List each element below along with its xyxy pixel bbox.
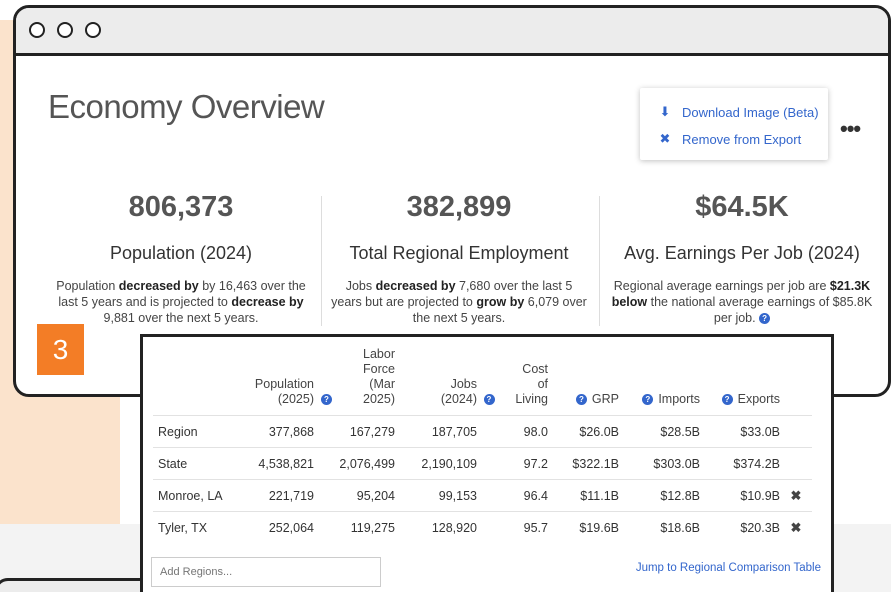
column-header-jobs: Jobs (2024) (440, 377, 477, 406)
stat-population: 806,373 Population (2024) Population dec… (52, 191, 310, 326)
help-icon[interactable]: ? (483, 394, 495, 406)
cell-population: 4,538,821 (241, 447, 314, 480)
cell-jobs: 2,190,109 (395, 447, 477, 480)
add-regions-input[interactable] (151, 557, 381, 587)
cell-imports: $18.6B (619, 511, 700, 544)
cell-labor-force: 2,076,499 (339, 447, 395, 480)
column-header-population: Population (2025) (254, 377, 314, 406)
help-icon[interactable]: ? (575, 394, 587, 406)
cell-labor-force: 95,204 (339, 479, 395, 512)
cell-population: 252,064 (241, 511, 314, 544)
cell-region-name: Region (153, 415, 241, 448)
more-options-icon[interactable]: ••• (840, 116, 861, 142)
cell-region-name: State (153, 447, 241, 480)
remove-region-icon[interactable]: ✖ (791, 520, 802, 535)
cell-imports: $303.0B (619, 447, 700, 480)
help-icon[interactable]: ? (721, 394, 733, 406)
help-icon[interactable]: ? (642, 394, 654, 406)
cell-labor-force: 167,279 (339, 415, 395, 448)
download-image-menu-item[interactable]: ⬇ Download Image (Beta) (658, 104, 819, 120)
column-header-imports: ? Imports (619, 347, 700, 416)
cell-cost-of-living: 97.2 (501, 447, 548, 480)
stat-value: 382,899 (406, 191, 512, 223)
cell-grp: $26.0B (548, 415, 619, 448)
column-header-labor-force: Labor Force (Mar 2025) (363, 347, 395, 406)
cell-region-name: Monroe, LA (153, 479, 241, 512)
remove-region-icon[interactable]: ✖ (791, 488, 802, 503)
stat-description: Jobs decreased by 7,680 over the last 5 … (331, 279, 587, 325)
cell-grp: $11.1B (548, 479, 619, 512)
table-row: Monroe, LA 221,719 95,204 99,153 96.4 $1… (153, 479, 812, 512)
stat-earnings: $64.5K Avg. Earnings Per Job (2024) Regi… (608, 191, 876, 326)
column-header-blank (153, 347, 241, 416)
cell-jobs: 99,153 (395, 479, 477, 512)
window-control-dot[interactable] (57, 22, 73, 38)
column-header-exports: ? Exports (700, 347, 780, 416)
cell-exports: $20.3B (700, 511, 780, 544)
column-header-cost-of-living: Cost of Living (515, 362, 548, 406)
cell-cost-of-living: 98.0 (501, 415, 548, 448)
stat-divider (321, 196, 322, 326)
download-icon: ⬇ (659, 104, 671, 119)
stat-description: Population decreased by by 16,463 over t… (56, 279, 306, 325)
cell-cost-of-living: 96.4 (501, 479, 548, 512)
cell-population: 221,719 (241, 479, 314, 512)
cell-exports: $10.9B (700, 479, 780, 512)
table-row: Region 377,868 167,279 187,705 98.0 $26.… (153, 415, 812, 448)
export-menu: ⬇ Download Image (Beta) ✖ Remove from Ex… (640, 88, 828, 160)
stat-employment: 382,899 Total Regional Employment Jobs d… (331, 191, 587, 326)
menu-item-label: Download Image (Beta) (682, 104, 819, 120)
table-row: State 4,538,821 2,076,499 2,190,109 97.2… (153, 447, 812, 480)
cell-imports: $12.8B (619, 479, 700, 512)
close-icon: ✖ (659, 131, 671, 146)
window-control-dot[interactable] (29, 22, 45, 38)
cell-population: 377,868 (241, 415, 314, 448)
window-control-dot[interactable] (85, 22, 101, 38)
stat-value: $64.5K (695, 191, 789, 223)
page-title: Economy Overview (48, 88, 325, 125)
stat-label: Population (2024) (109, 243, 253, 263)
stat-divider (599, 196, 600, 326)
help-icon[interactable]: ? (759, 313, 771, 325)
cell-cost-of-living: 95.7 (501, 511, 548, 544)
remove-from-export-menu-item[interactable]: ✖ Remove from Export (658, 131, 802, 147)
stat-description: Regional average earnings per job are $2… (611, 279, 873, 325)
cell-jobs: 187,705 (395, 415, 477, 448)
cell-jobs: 128,920 (395, 511, 477, 544)
cell-imports: $28.5B (619, 415, 700, 448)
cell-grp: $322.1B (548, 447, 619, 480)
regional-comparison-card: Population (2025) ? Labor Force (Mar 2025) J… (140, 334, 834, 592)
jump-to-comparison-link[interactable]: Jump to Regional Comparison Table (636, 562, 821, 574)
help-icon[interactable]: ? (321, 394, 332, 406)
cell-exports: $33.0B (700, 415, 780, 448)
regional-comparison-table: Population (2025) ? Labor Force (Mar 2025) J… (153, 347, 812, 544)
table-row: Tyler, TX 252,064 119,275 128,920 95.7 $… (153, 511, 812, 544)
window-titlebar (16, 8, 888, 56)
cell-grp: $19.6B (548, 511, 619, 544)
stat-value: 806,373 (128, 191, 234, 223)
cell-exports: $374.2B (700, 447, 780, 480)
cell-labor-force: 119,275 (339, 511, 395, 544)
step-number-badge: 3 (37, 324, 84, 375)
menu-item-label: Remove from Export (682, 131, 802, 147)
column-header-grp: ? GRP (548, 347, 619, 416)
stat-label: Avg. Earnings Per Job (2024) (624, 243, 860, 263)
stat-label: Total Regional Employment (349, 243, 569, 263)
cell-region-name: Tyler, TX (153, 511, 241, 544)
